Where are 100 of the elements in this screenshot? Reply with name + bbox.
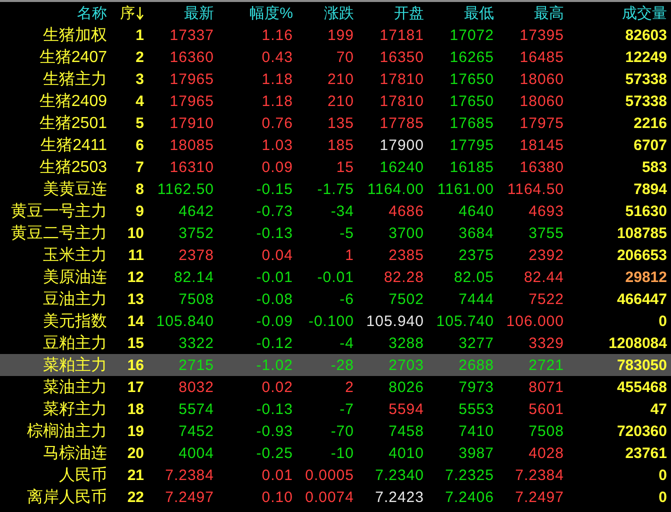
quote-row[interactable]: 黄豆二号主力 10 3752 -0.13 -5 3700 3684 3755 108785 [0,222,671,244]
price-cell-text: 2688 [458,356,494,374]
column-header[interactable]: 名称 [0,4,107,22]
price-cell-text: 1.18 [260,92,293,110]
row-number: 12 [126,268,144,286]
price-cell-text: 3755 [528,224,564,242]
quote-row[interactable]: 菜油主力 17 8032 0.02 2 8026 7973 8071 455468 [0,376,671,398]
price-cell-text: 7444 [458,290,494,308]
column-header[interactable]: 幅度% [214,4,293,22]
volume-cell-text: 455468 [616,378,667,396]
price-cell-text: -6 [338,290,354,308]
quote-row[interactable]: 马棕油连 20 4004 -0.25 -10 4010 3987 4028 23761 [0,442,671,464]
instrument-name: 玉米主力 [42,246,107,266]
price-cell-text: -0.93 [255,422,293,440]
price-cell-text: -1.02 [255,356,293,374]
volume-cell-text: 12249 [624,48,667,66]
quote-row[interactable]: 生猪2503 7 16310 0.09 15 16240 16185 16380 583 [0,156,671,178]
price-cell-text: 0.0005 [304,466,354,484]
price-cell-text: -7 [338,400,354,418]
price-cell-text: -0.73 [255,202,293,220]
quote-row[interactable]: 美黄豆连 8 1162.50 -0.15 -1.75 1164.00 1161.00 1164.50 7894 [0,178,671,200]
price-cell-text: 7.2497 [514,488,564,506]
price-cell-text: 5601 [528,400,564,418]
price-cell-text: 16350 [378,48,424,66]
quote-row[interactable]: 生猪2411 6 18085 1.03 185 17900 17795 18145 6707 [0,134,671,156]
instrument-name: 菜粕主力 [42,356,107,376]
instrument-name: 生猪2411 [40,136,107,156]
quote-row[interactable]: 生猪加权 1 17337 1.16 199 17181 17072 17395 82603 [0,24,671,46]
instrument-name: 人民币 [58,466,107,486]
column-header[interactable]: 最高 [494,4,564,22]
price-cell-text: -10 [330,444,354,462]
quote-row[interactable]: 生猪主力 3 17965 1.18 210 17810 17650 18060 57338 [0,68,671,90]
price-cell-text: 0.43 [260,48,293,66]
price-cell-text: 17965 [168,92,214,110]
volume-cell-text: 0 [658,488,667,506]
price-cell-text: 2721 [528,356,564,374]
quote-row[interactable]: 人民币 21 7.2384 0.01 0.0005 7.2340 7.2325 7.2384 0 [0,464,671,486]
price-cell-text: 0.09 [260,158,293,176]
quote-row[interactable]: 玉米主力 11 2378 0.04 1 2385 2375 2392 206653 [0,244,671,266]
price-cell-text: -0.15 [255,180,293,198]
quote-row[interactable]: 菜籽主力 18 5574 -0.13 -7 5594 5553 5601 47 [0,398,671,420]
column-header[interactable]: 序 [107,4,144,22]
column-header[interactable]: 成交量 [564,4,667,22]
volume-cell-text: 1208084 [608,334,667,352]
price-cell-text: 3329 [528,334,564,352]
quote-row[interactable]: 豆油主力 13 7508 -0.08 -6 7502 7444 7522 466447 [0,288,671,310]
price-cell-text: 1.18 [260,70,293,88]
quote-row[interactable]: 黄豆一号主力 9 4642 -0.73 -34 4686 4640 4693 51630 [0,200,671,222]
price-cell-text: 3700 [388,224,424,242]
selected-row[interactable]: 菜粕主力 16 2715 -1.02 -28 2703 2688 2721 783050 [0,354,671,376]
volume-cell-text: 47 [649,400,667,418]
price-cell-text: 3322 [178,334,214,352]
column-header[interactable]: 涨跌 [293,4,354,22]
quote-row[interactable]: 美原油连 12 82.14 -0.01 -0.01 82.28 82.05 82.44 29812 [0,266,671,288]
price-cell-text: -4 [338,334,354,352]
price-cell-text: 7410 [458,422,494,440]
price-cell-text: 18060 [518,70,564,88]
volume-cell-text: 466447 [616,290,667,308]
instrument-name: 豆粕主力 [42,334,107,354]
price-cell-text: 3288 [388,334,424,352]
column-header[interactable]: 开盘 [354,4,424,22]
volume-cell-text: 0 [658,466,667,484]
price-cell-text: 1161.00 [436,180,494,198]
quote-row[interactable]: 离岸人民币 22 7.2497 0.10 0.0074 7.2423 7.2406 7.2497 0 [0,486,671,508]
quote-row[interactable]: 生猪2501 5 17910 0.76 135 17785 17685 17975 2216 [0,112,671,134]
price-cell-text: 7.2384 [514,466,564,484]
price-cell-text: 8071 [528,378,564,396]
price-cell-text: 185 [326,136,354,154]
price-cell-text: 0.04 [260,246,293,264]
price-cell-text: 17785 [378,114,424,132]
row-number: 9 [134,202,144,220]
quote-row[interactable]: 豆粕主力 15 3322 -0.12 -4 3288 3277 3329 1208084 [0,332,671,354]
price-cell-text: 0.01 [260,466,293,484]
price-cell-text: 0.0074 [304,488,354,506]
quote-row[interactable]: 生猪2407 2 16360 0.43 70 16350 16265 16485 12249 [0,46,671,68]
price-cell-text: 16310 [168,158,214,176]
price-cell-text: 7.2384 [164,466,214,484]
price-cell-text: -0.01 [316,268,354,286]
price-cell-text: 18060 [518,92,564,110]
volume-cell-text: 108785 [616,224,667,242]
column-header[interactable]: 最低 [424,4,494,22]
price-cell-text: 16485 [518,48,564,66]
row-number: 5 [134,114,144,132]
quote-row[interactable]: 美元指数 14 105.840 -0.09 -0.100 105.940 105.740 106.000 0 [0,310,671,332]
price-cell-text: 4028 [528,444,564,462]
price-cell-text: 3752 [178,224,214,242]
quote-row[interactable]: 棕榈油主力 19 7452 -0.93 -70 7458 7410 7508 720360 [0,420,671,442]
volume-cell-text: 57338 [624,92,667,110]
price-cell-text: 17900 [378,136,424,154]
volume-cell-text: 23761 [624,444,667,462]
quote-row[interactable]: 生猪2409 4 17965 1.18 210 17810 17650 18060 57338 [0,90,671,112]
price-cell-text: -34 [330,202,354,220]
row-number: 3 [134,70,144,88]
price-cell-text: 17685 [448,114,494,132]
price-cell-text: -0.13 [255,400,293,418]
price-cell-text: 70 [335,48,354,66]
column-header[interactable]: 最新 [144,4,214,22]
instrument-name: 美元指数 [42,312,107,332]
price-cell-text: 1 [344,246,354,264]
price-cell-text: 4010 [388,444,424,462]
